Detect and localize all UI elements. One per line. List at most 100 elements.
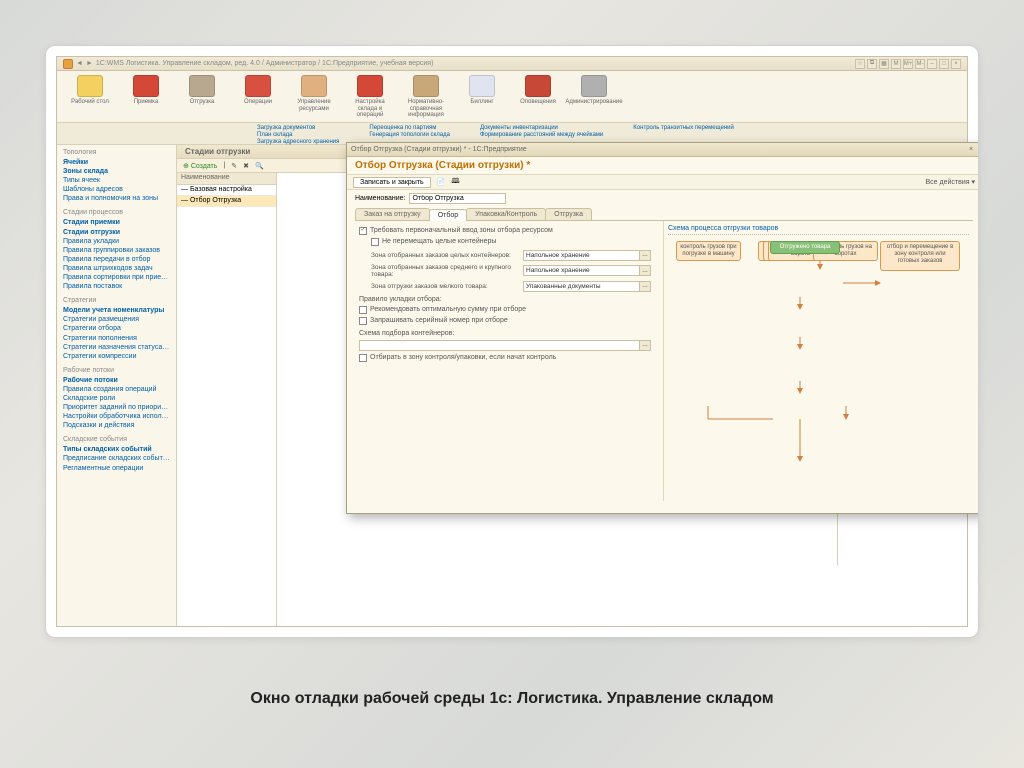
minimize-icon[interactable]: – — [927, 59, 937, 69]
ribbon-link[interactable]: Генерация топологии склада — [369, 132, 450, 138]
sidebar-link[interactable]: Стратегии размещения — [63, 315, 170, 324]
modal-toolbar-icon-2[interactable]: 🕮 — [451, 177, 459, 188]
sidebar-link[interactable]: Подсказки и действия — [63, 421, 170, 430]
sidebar-link[interactable]: Модели учета номенклатуры — [63, 306, 170, 315]
sidebar-link[interactable]: Регламентные операции — [63, 464, 170, 473]
name-input[interactable] — [409, 193, 506, 204]
field-input[interactable]: Упакованные документы… — [523, 281, 651, 292]
ribbon-link[interactable]: Переоценка по партиям — [369, 125, 450, 131]
tab[interactable]: Отгрузка — [545, 208, 592, 220]
save-close-button[interactable]: Записать и закрыть — [353, 177, 431, 188]
toolbar-icon-edit[interactable]: ✎ — [231, 162, 237, 170]
sidebar-link[interactable]: Правила укладки — [63, 237, 170, 246]
maximize-icon[interactable]: □ — [939, 59, 949, 69]
sidebar-link[interactable]: Стадии отгрузки — [63, 228, 170, 237]
ribbon-link[interactable]: Документы инвентаризации — [480, 125, 603, 131]
container-scheme-input[interactable]: … — [359, 340, 651, 351]
toolbar-icon-search[interactable]: 🔍 — [255, 162, 264, 170]
ribbon-item[interactable]: Настройка склада и операций — [345, 75, 395, 119]
sub-label-2: Схема подбора контейнеров: — [359, 330, 651, 337]
checkbox-1[interactable] — [359, 227, 367, 235]
ribbon-link-column: Документы инвентаризацииФормирование рас… — [480, 125, 603, 142]
list-row[interactable]: — Отбор Отгрузка — [177, 196, 276, 207]
sidebar-link[interactable]: Стадии приемки — [63, 218, 170, 227]
dropdown-icon[interactable]: … — [639, 266, 650, 275]
form-column: Требовать первоначальный ввод зоны отбор… — [355, 221, 655, 501]
ribbon-item[interactable]: Администрирование — [569, 75, 619, 106]
dropdown-icon[interactable]: … — [639, 251, 650, 260]
title-icon-6[interactable]: M- — [915, 59, 925, 69]
tab[interactable]: Упаковка/Контроль — [466, 208, 546, 220]
field-label: Зона отгрузки заказов мелкого товара: — [371, 283, 521, 290]
ribbon-item[interactable]: Приемка — [121, 75, 171, 106]
ribbon-link[interactable]: План склада — [257, 132, 339, 138]
create-button[interactable]: ⊕ Создать — [183, 162, 217, 170]
checkbox-4[interactable] — [359, 317, 367, 325]
dropdown-icon[interactable]: … — [639, 341, 650, 350]
title-icon-2[interactable]: ⧉ — [867, 59, 877, 69]
toolbar-sep: | — [223, 162, 225, 169]
ribbon-item[interactable]: Управление ресурсами — [289, 75, 339, 112]
ribbon-link[interactable]: Формирование расстояний между ячейками — [480, 132, 603, 138]
sidebar-link[interactable]: Правила штрихкодов задач — [63, 264, 170, 273]
sidebar-link[interactable]: Правила поставок — [63, 282, 170, 291]
ribbon-item[interactable]: Операции — [233, 75, 283, 106]
sidebar-link[interactable]: Рабочие потоки — [63, 376, 170, 385]
ribbon-item[interactable]: Биллинг — [457, 75, 507, 106]
modal-toolbar: Записать и закрыть 📄 🕮 Все действия ▾ — [347, 174, 979, 190]
sidebar-link[interactable]: Права и полномочия на зоны — [63, 194, 170, 203]
sidebar-link[interactable]: Зоны склада — [63, 167, 170, 176]
sidebar-link[interactable]: Настройки обработчика исполнения — [63, 412, 170, 421]
tab[interactable]: Отбор — [429, 209, 467, 221]
sidebar-link[interactable]: Правила создания операций — [63, 385, 170, 394]
sidebar-link[interactable]: Типы складских событий — [63, 445, 170, 454]
checkbox-2[interactable] — [371, 238, 379, 246]
checkbox-3[interactable] — [359, 306, 367, 314]
sidebar-group-head: Складские события — [63, 436, 170, 443]
sidebar-link[interactable]: Правила передачи в отбор — [63, 255, 170, 264]
list-row[interactable]: — Базовая настройка — [177, 185, 276, 196]
checkbox-5[interactable] — [359, 354, 367, 362]
chk2-label: Не перемещать целые контейнеры — [382, 238, 496, 246]
field-input[interactable]: Напольное хранение… — [523, 265, 651, 276]
modal-close-icon[interactable]: × — [965, 146, 977, 153]
tabs: Заказ на отгрузкуОтборУпаковка/КонтрольО… — [355, 208, 973, 221]
nav-back-icon[interactable]: ◄ — [76, 60, 83, 67]
sidebar-link[interactable]: Стратегии пополнения — [63, 334, 170, 343]
sidebar-link[interactable]: Приоритет заданий по приоритету — [63, 403, 170, 412]
flow-done: Отгружено товара — [770, 241, 840, 254]
flow-side: отбор и перемещение в зону контроля или … — [880, 241, 960, 271]
toolbar-icon-del[interactable]: ✖ — [243, 162, 249, 170]
sidebar-link[interactable]: Стратегии отбора — [63, 324, 170, 333]
tab[interactable]: Заказ на отгрузку — [355, 208, 430, 220]
sidebar-link[interactable]: Стратегии назначения статуса товара — [63, 343, 170, 352]
ribbon-item[interactable]: Оповещения — [513, 75, 563, 106]
title-icon-5[interactable]: M+ — [903, 59, 913, 69]
title-icon-3[interactable]: ▦ — [879, 59, 889, 69]
modal-all-actions[interactable]: Все действия ▾ — [926, 178, 975, 186]
close-icon[interactable]: × — [951, 59, 961, 69]
dropdown-icon[interactable]: … — [639, 282, 650, 291]
ribbon-link[interactable]: Загрузка документов — [257, 125, 339, 131]
ribbon-link[interactable]: Контроль транзитных перемещений — [633, 125, 734, 131]
ribbon-item[interactable]: Нормативно-справочная информация — [401, 75, 451, 119]
title-icon-1[interactable]: ☆ — [855, 59, 865, 69]
sidebar-link[interactable]: Складские роли — [63, 394, 170, 403]
ribbon-item[interactable]: Рабочий стол — [65, 75, 115, 106]
sidebar-link[interactable]: Стратегии компрессии — [63, 352, 170, 361]
modal-toolbar-icon-1[interactable]: 📄 — [437, 178, 446, 186]
sidebar-link[interactable]: Правила группировки заказов — [63, 246, 170, 255]
sidebar-link[interactable]: Ячейки — [63, 158, 170, 167]
ribbon-item[interactable]: Отгрузка — [177, 75, 227, 106]
nav-fwd-icon[interactable]: ► — [86, 60, 93, 67]
sidebar-link[interactable]: Типы ячеек — [63, 176, 170, 185]
field-input[interactable]: Напольное хранение… — [523, 250, 651, 261]
sidebar-link[interactable]: Правила сортировки при приемке — [63, 273, 170, 282]
sidebar-group-head: Стадии процессов — [63, 209, 170, 216]
sidebar-link[interactable]: Предписание складских событий — [63, 454, 170, 463]
flow-arrows — [668, 241, 969, 501]
title-icon-4[interactable]: M — [891, 59, 901, 69]
sidebar-link[interactable]: Шаблоны адресов — [63, 185, 170, 194]
ribbon-icon — [245, 75, 271, 97]
ribbon: Рабочий столПриемкаОтгрузкаОперацииУправ… — [57, 71, 967, 123]
